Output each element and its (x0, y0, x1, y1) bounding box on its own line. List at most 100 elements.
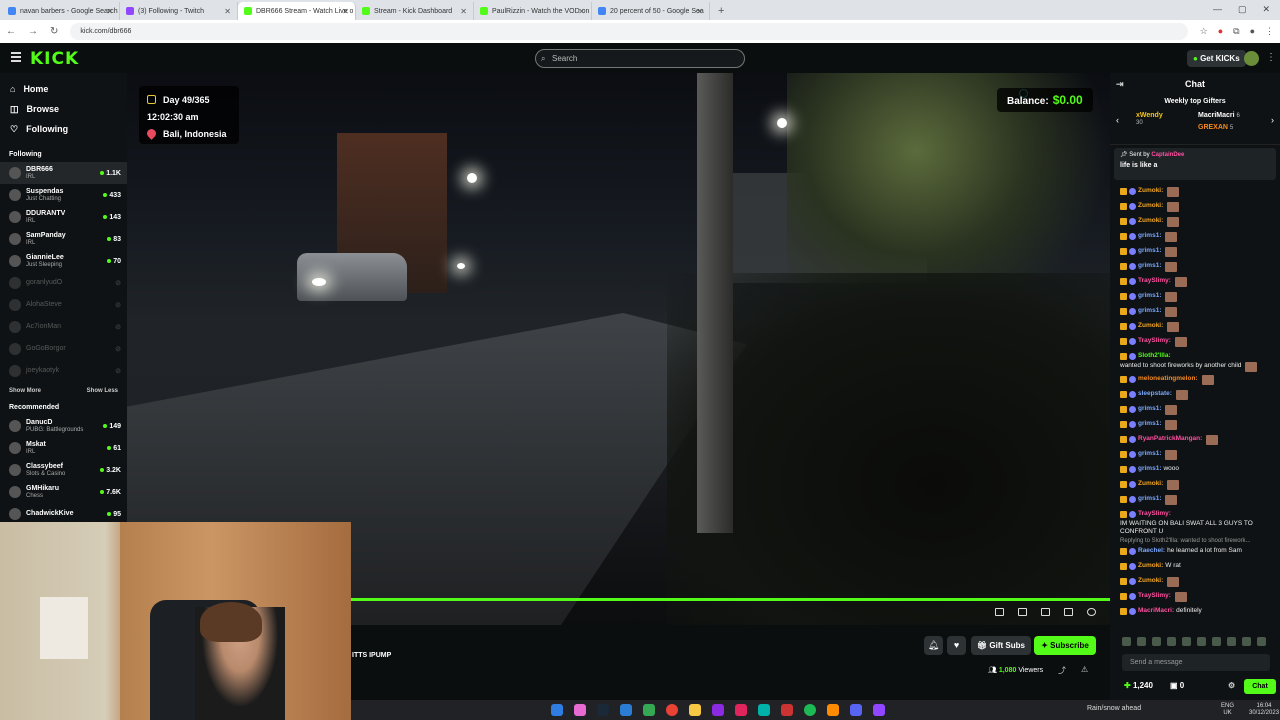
chevron-left-icon[interactable]: ‹ (1116, 115, 1119, 125)
app-icon[interactable] (574, 704, 586, 716)
emote-icon[interactable] (1242, 637, 1251, 646)
app-icon[interactable] (597, 704, 609, 716)
chat-username[interactable]: Zumoki: (1138, 577, 1163, 585)
chat-message[interactable]: grims1: (1110, 305, 1280, 320)
app-icon[interactable] (712, 704, 724, 716)
emote-icon[interactable] (1227, 637, 1236, 646)
bookmark-star-icon[interactable]: ☆ (1200, 26, 1208, 37)
reload-icon[interactable]: ↻ (50, 26, 58, 37)
channel-item[interactable]: AlohaSteve ⊘ (0, 294, 127, 316)
chat-username[interactable]: TraySlimy: (1138, 510, 1171, 518)
chat-username[interactable]: Sloth2'llla: (1138, 352, 1171, 360)
profile-icon[interactable]: ● (1250, 26, 1255, 37)
video-progress-bar[interactable] (350, 598, 1110, 601)
browser-tab[interactable]: Stream - Kick Dashboard ✕ (356, 2, 474, 20)
browser-tab[interactable]: navan barbers - Google Search ✕ (2, 2, 120, 20)
emote-icon[interactable] (1257, 637, 1266, 646)
app-icon[interactable] (620, 704, 632, 716)
subscribe-button[interactable]: ✦ Subscribe (1034, 636, 1096, 655)
app-icon[interactable] (735, 704, 747, 716)
chat-message[interactable]: Raechel: he learned a lot from Sam (1110, 545, 1280, 560)
chat-message[interactable]: Sloth2'llla: wanted to shoot fireworks by… (1110, 350, 1280, 373)
app-icon[interactable] (781, 704, 793, 716)
emote-icon[interactable] (1152, 637, 1161, 646)
emote-icon[interactable] (1137, 637, 1146, 646)
app-icon[interactable] (850, 704, 862, 716)
channel-item[interactable]: Mskat IRL 61 (0, 437, 127, 459)
chat-input[interactable]: Send a message (1122, 654, 1270, 671)
channel-item[interactable]: GoGoBorgor ⊘ (0, 338, 127, 360)
chat-message[interactable]: grims1: (1110, 230, 1280, 245)
chat-message[interactable]: grims1: (1110, 290, 1280, 305)
chat-message[interactable]: Zumoki: (1110, 200, 1280, 215)
chat-username[interactable]: grims1: (1138, 495, 1161, 503)
folder-icon[interactable] (689, 704, 701, 716)
browser-tab[interactable]: PaulRizzin - Watch the VOD on ✕ (474, 2, 592, 20)
chat-username[interactable]: sleepstate: (1138, 390, 1172, 398)
chat-username[interactable]: grims1: (1138, 450, 1161, 458)
chat-username[interactable]: grims1: (1138, 405, 1161, 413)
report-icon[interactable]: ⚠ (1081, 665, 1088, 674)
chat-username[interactable]: grims1: (1138, 465, 1161, 473)
chat-username[interactable]: grims1: (1138, 292, 1161, 300)
channel-item[interactable]: DBR666 IRL 1.1K (0, 162, 127, 184)
chat-username[interactable]: grims1: (1138, 247, 1161, 255)
channel-item[interactable]: Classybeef Slots & Casino 3.2K (0, 459, 127, 481)
chat-message[interactable]: MacriMacri: definitely (1110, 605, 1280, 620)
url-field[interactable]: kick.com/dbr666 (70, 23, 1188, 40)
kick-logo[interactable]: KICK (30, 49, 79, 69)
chat-username[interactable]: grims1: (1138, 262, 1161, 270)
chat-username[interactable]: Raechel: (1138, 547, 1165, 555)
chat-message[interactable]: grims1: (1110, 260, 1280, 275)
chat-username[interactable]: Zumoki: (1138, 217, 1163, 225)
browser-tab[interactable]: 20 percent of 50 - Google Sea ✕ (592, 2, 710, 20)
chat-message[interactable]: grims1: (1110, 245, 1280, 260)
channel-item[interactable]: DanucD PUBG: Battlegrounds 149 (0, 415, 127, 437)
language-indicator[interactable]: ENG UK (1221, 703, 1234, 717)
chat-username[interactable]: Zumoki: (1138, 187, 1163, 195)
follow-heart-button[interactable]: ♥ (947, 636, 966, 655)
chat-message[interactable]: sleepstate: (1110, 388, 1280, 403)
chat-message[interactable]: RyanPatrickMangan: (1110, 433, 1280, 448)
extensions-puzzle-icon[interactable]: ⧉ (1233, 26, 1239, 37)
chat-username[interactable]: MacriMacri: (1138, 607, 1174, 615)
weather-widget[interactable]: Rain/snow ahead (1087, 705, 1141, 712)
emote-icon[interactable] (1212, 637, 1221, 646)
chat-message[interactable]: grims1: (1110, 418, 1280, 433)
back-icon[interactable]: ← (6, 26, 16, 37)
chat-username[interactable]: Zumoki: (1138, 562, 1163, 570)
forward-icon[interactable]: → (28, 26, 38, 37)
channel-item[interactable]: SamPanday IRL 83 (0, 228, 127, 250)
chat-message[interactable]: Zumoki: W rat (1110, 560, 1280, 575)
chat-message[interactable]: Zumoki: (1110, 185, 1280, 200)
chat-message[interactable]: Zumoki: (1110, 478, 1280, 493)
chat-message[interactable]: grims1: (1110, 448, 1280, 463)
chat-message[interactable]: Zumoki: (1110, 320, 1280, 335)
share-icon[interactable]: ⤴ (1058, 665, 1066, 676)
close-tab-icon[interactable]: ✕ (460, 7, 467, 16)
emote-icon[interactable] (1182, 637, 1191, 646)
search-input[interactable]: ⌕ Search (535, 49, 745, 68)
close-tab-icon[interactable]: ✕ (106, 7, 113, 16)
chat-username[interactable]: meloneatingmelon: (1138, 375, 1198, 383)
new-tab-button[interactable]: + (710, 2, 732, 20)
close-window-button[interactable]: ✕ (1262, 4, 1270, 15)
browser-menu-icon[interactable]: ⋮ (1265, 26, 1274, 37)
inventory-count[interactable]: ▣ 0 (1170, 681, 1184, 690)
gift-subs-button[interactable]: 🎁︎ Gift Subs (971, 636, 1031, 655)
chat-username[interactable]: TraySlimy: (1138, 277, 1171, 285)
chat-message[interactable]: Zumoki: (1110, 575, 1280, 590)
settings-gear-icon[interactable] (1087, 608, 1096, 616)
chat-settings-icon[interactable]: ⚙ (1228, 681, 1235, 690)
app-icon[interactable] (643, 704, 655, 716)
nav-following[interactable]: ♡ Following (0, 119, 127, 139)
chat-message[interactable]: TraySlimy: (1110, 590, 1280, 605)
emote-icon[interactable] (1167, 637, 1176, 646)
chat-message[interactable]: TraySlimy: (1110, 275, 1280, 290)
close-tab-icon[interactable]: ✕ (342, 7, 349, 16)
show-less-button[interactable]: Show Less (87, 388, 118, 394)
chrome-icon[interactable] (666, 704, 678, 716)
nav-browse[interactable]: ◫ Browse (0, 99, 127, 119)
pip-icon[interactable] (1018, 608, 1027, 616)
chat-message[interactable]: meloneatingmelon: (1110, 373, 1280, 388)
